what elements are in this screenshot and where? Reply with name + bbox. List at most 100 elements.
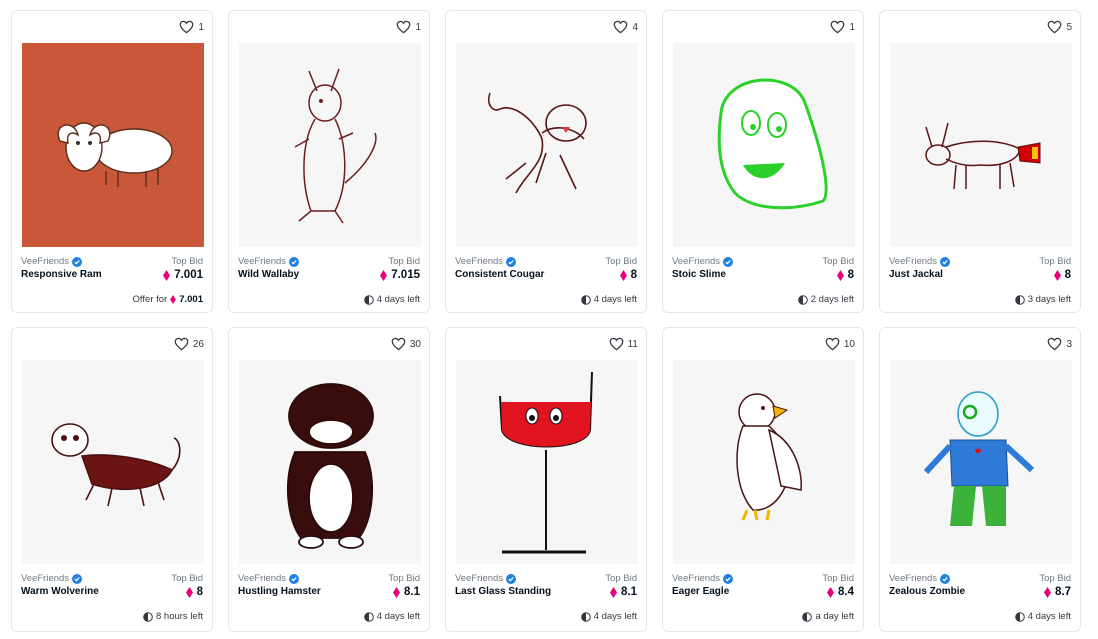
collection-name[interactable]: VeeFriends [889, 256, 937, 267]
price-value: 8 [1064, 269, 1071, 281]
price-value: 8 [630, 269, 637, 281]
nft-name[interactable]: Responsive Ram [21, 269, 102, 280]
nft-image[interactable] [890, 43, 1072, 247]
verified-badge-icon [723, 573, 734, 584]
offer-info: Offer for 7.001 [133, 294, 203, 305]
nft-image[interactable] [673, 43, 855, 247]
nft-card-wild-wallaby[interactable]: 1 VeeFriends Top Bid Wild Wallaby 7.015 [228, 10, 430, 313]
cougar-artwork [487, 92, 587, 194]
time-left: 4 days left [363, 294, 420, 305]
top-bid-label: Top Bid [605, 256, 637, 267]
like-button[interactable]: 5 [1047, 20, 1072, 34]
price: 8 [185, 586, 203, 598]
collection-name[interactable]: VeeFriends [238, 256, 286, 267]
like-count: 5 [1066, 21, 1072, 33]
eth-icon [185, 586, 193, 598]
like-count: 10 [843, 338, 855, 350]
clock-icon [797, 294, 808, 305]
time-left-text: 8 hours left [156, 611, 203, 622]
collection-name[interactable]: VeeFriends [455, 256, 503, 267]
like-count: 30 [409, 338, 421, 350]
like-button[interactable]: 11 [609, 337, 638, 351]
like-button[interactable]: 26 [174, 337, 204, 351]
nft-card-eager-eagle[interactable]: 10 VeeFriends Top Bid Eager Eagle 8.4 a … [662, 327, 864, 632]
eth-icon [610, 586, 617, 598]
top-bid-label: Top Bid [1039, 256, 1071, 267]
eth-icon [1044, 586, 1051, 598]
nft-name[interactable]: Last Glass Standing [455, 586, 551, 597]
nft-card-hustling-hamster[interactable]: 30 VeeFriends Top Bid Hustling Hamster 8… [228, 327, 430, 632]
nft-name[interactable]: Stoic Slime [672, 269, 726, 280]
collection-name[interactable]: VeeFriends [672, 573, 720, 584]
price-value: 8.1 [404, 586, 420, 598]
like-button[interactable]: 30 [391, 337, 421, 351]
collection-name[interactable]: VeeFriends [21, 256, 69, 267]
nft-card-warm-wolverine[interactable]: 26 VeeFriends Top Bid Warm Wolverine 8 8 [11, 327, 213, 632]
collection-name[interactable]: VeeFriends [455, 573, 503, 584]
nft-card-responsive-ram[interactable]: 1 VeeFriends Top Bid Responsive Ram 7.00… [11, 10, 213, 313]
wallaby-artwork [294, 68, 377, 224]
time-left-text: 4 days left [376, 611, 420, 622]
nft-name[interactable]: Consistent Cougar [455, 269, 544, 280]
nft-card-just-jackal[interactable]: 5 VeeFriends Top Bid Just Jackal 8 3 day… [879, 10, 1081, 313]
top-bid-label: Top Bid [171, 256, 203, 267]
nft-image[interactable] [673, 360, 855, 564]
price: 8.7 [1044, 586, 1071, 598]
nft-image[interactable] [456, 360, 638, 564]
verified-badge-icon [506, 256, 517, 267]
time-left-text: 4 days left [376, 294, 420, 305]
verified-badge-icon [289, 573, 300, 584]
nft-name[interactable]: Just Jackal [889, 269, 943, 280]
eth-icon [163, 269, 171, 281]
nft-card-consistent-cougar[interactable]: 4 VeeFriends Top Bid Consistent Cougar 8 [445, 10, 647, 313]
nft-name[interactable]: Warm Wolverine [21, 586, 99, 597]
nft-image[interactable] [890, 360, 1072, 564]
nft-card-zealous-zombie[interactable]: 3 VeeFriends Top Bid Zealous Zombie 8.7 … [879, 327, 1081, 632]
price: 8 [1053, 269, 1071, 281]
eth-icon [836, 269, 844, 281]
like-count: 3 [1066, 338, 1072, 350]
collection-name[interactable]: VeeFriends [238, 573, 286, 584]
heart-icon [831, 20, 845, 34]
eth-icon [1053, 269, 1061, 281]
clock-icon [1014, 611, 1025, 622]
nft-name[interactable]: Wild Wallaby [238, 269, 299, 280]
top-bid-label: Top Bid [605, 573, 637, 584]
nft-image[interactable] [22, 43, 204, 247]
nft-image[interactable] [239, 360, 421, 564]
time-left: 4 days left [580, 294, 637, 305]
like-button[interactable]: 10 [825, 337, 855, 351]
collection-name[interactable]: VeeFriends [889, 573, 937, 584]
nft-image[interactable] [456, 43, 638, 247]
price: 7.015 [380, 269, 420, 281]
nft-card-last-glass-standing[interactable]: 11 VeeFriends Top Bid Last Glass Standin… [445, 327, 647, 632]
time-left: 8 hours left [143, 611, 203, 622]
time-left: 2 days left [797, 294, 854, 305]
like-count: 11 [627, 338, 638, 350]
nft-name[interactable]: Eager Eagle [672, 586, 729, 597]
like-button[interactable]: 4 [613, 20, 638, 34]
nft-name[interactable]: Hustling Hamster [238, 586, 321, 597]
eth-icon [619, 269, 627, 281]
like-button[interactable]: 3 [1047, 337, 1072, 351]
top-bid-label: Top Bid [822, 256, 854, 267]
clock-icon [580, 611, 591, 622]
price-value: 7.015 [391, 269, 420, 281]
nft-image[interactable] [22, 360, 204, 564]
nft-name[interactable]: Zealous Zombie [889, 586, 965, 597]
like-button[interactable]: 1 [396, 20, 421, 34]
price: 8.1 [393, 586, 420, 598]
offer-label: Offer for [132, 294, 168, 305]
price-value: 8.7 [1055, 586, 1071, 598]
eth-icon [380, 269, 388, 281]
time-left-text: 2 days left [810, 294, 854, 305]
collection-name[interactable]: VeeFriends [672, 256, 720, 267]
like-button[interactable]: 1 [830, 20, 855, 34]
nft-card-stoic-slime[interactable]: 1 VeeFriends Top Bid Stoic Slime 8 2 day… [662, 10, 864, 313]
nft-image[interactable] [239, 43, 421, 247]
price-value: 8.4 [838, 586, 854, 598]
time-left-text: 3 days left [1027, 294, 1071, 305]
slime-artwork [717, 78, 828, 210]
collection-name[interactable]: VeeFriends [21, 573, 69, 584]
like-button[interactable]: 1 [179, 20, 204, 34]
